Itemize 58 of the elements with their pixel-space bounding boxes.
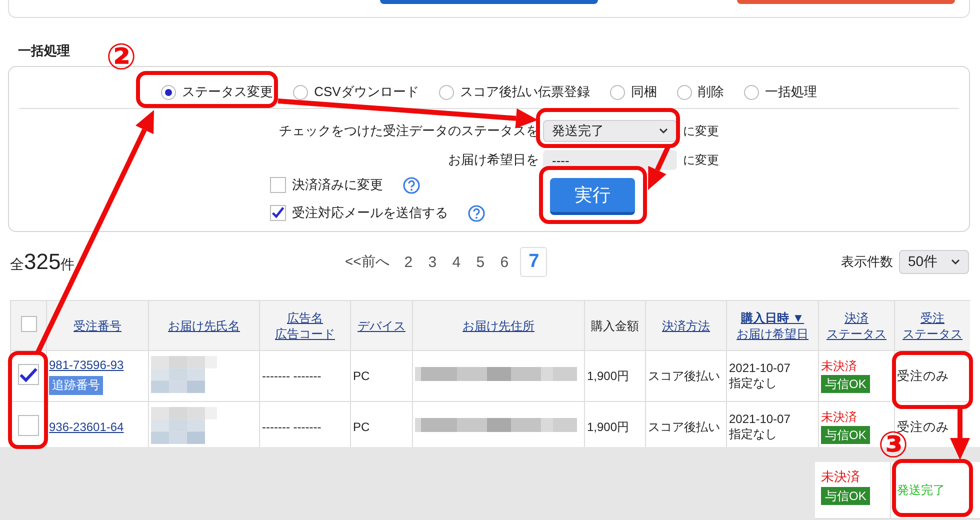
table-cell-text: 指定なし	[729, 427, 778, 442]
chevron-icon	[951, 259, 960, 265]
sort-link[interactable]: 決済方法	[662, 318, 710, 334]
page-link[interactable]: 2	[396, 254, 420, 270]
field-suffix: に変更	[683, 152, 719, 168]
table-cell: ------- -------	[260, 350, 350, 402]
sort-link[interactable]: 受注番号	[74, 318, 122, 334]
page-link[interactable]: 6	[492, 254, 516, 270]
page-link[interactable]: 4	[444, 254, 468, 270]
page-link[interactable]: 5	[468, 254, 492, 270]
field-label: お届け希望日を	[447, 151, 539, 169]
step-number: ②	[106, 38, 136, 76]
page-link[interactable]: 3	[420, 254, 444, 270]
radio-option[interactable]: CSVダウンロード	[293, 83, 419, 101]
checkbox[interactable]	[20, 316, 36, 332]
table-cell: 1,900円	[584, 350, 646, 402]
radio-option[interactable]: 削除	[676, 83, 724, 101]
action-button[interactable]	[737, 0, 955, 4]
checkbox-label: 受注対応メールを送信する	[292, 204, 448, 222]
table-cell-text: 2021-10-07	[729, 361, 792, 376]
arrow	[648, 146, 670, 190]
checkbox[interactable]	[18, 364, 39, 386]
section-heading: 一括処理	[18, 43, 70, 59]
help-icon[interactable]	[468, 204, 485, 222]
credit-tag: 与信OK	[821, 426, 870, 444]
checkbox[interactable]	[270, 177, 286, 193]
table-cell: PC	[350, 350, 412, 402]
page-link[interactable]: 7	[520, 247, 548, 277]
chevron-icon	[659, 128, 668, 134]
credit-tag: 与信OK	[821, 375, 870, 393]
arrow	[950, 408, 970, 460]
order-link[interactable]: 981-73596-93	[49, 358, 124, 372]
checkbox[interactable]	[18, 414, 39, 436]
order-status: 受注のみ	[897, 368, 949, 382]
prev-link[interactable]: <<前へ	[345, 253, 390, 271]
status-select[interactable]: 発送完了	[543, 120, 677, 142]
payment-status: 未決済	[821, 359, 857, 374]
radio-option[interactable]: 同梱	[610, 83, 657, 101]
checkbox-label: 決済済みに変更	[292, 176, 383, 194]
table-cell-text: 指定なし	[729, 376, 778, 391]
help-icon[interactable]	[403, 176, 420, 194]
action-button[interactable]	[380, 0, 598, 4]
table-cell: スコア後払い	[646, 350, 726, 402]
credit-tag: 与信OK	[821, 487, 870, 505]
checkbox[interactable]	[270, 205, 286, 221]
payment-status: 未決済	[821, 468, 860, 486]
radio-option[interactable]: ステータス変更	[161, 83, 274, 101]
order-status: 発送完了	[897, 482, 945, 498]
field-suffix: に変更	[683, 122, 719, 140]
column-header: 購入金額	[591, 318, 639, 334]
payment-status: 未決済	[821, 410, 857, 425]
table-cell-text: 2021-10-07	[729, 412, 792, 427]
radio-option[interactable]: スコア後払い伝票登録	[438, 83, 590, 101]
page-size-label: 表示件数	[841, 253, 893, 271]
page-size-select[interactable]: 50件	[899, 250, 969, 274]
run-button[interactable]: 実行	[550, 178, 635, 215]
total-count: 全325件	[9, 249, 76, 275]
radio-option[interactable]: 一括処理	[744, 83, 817, 101]
